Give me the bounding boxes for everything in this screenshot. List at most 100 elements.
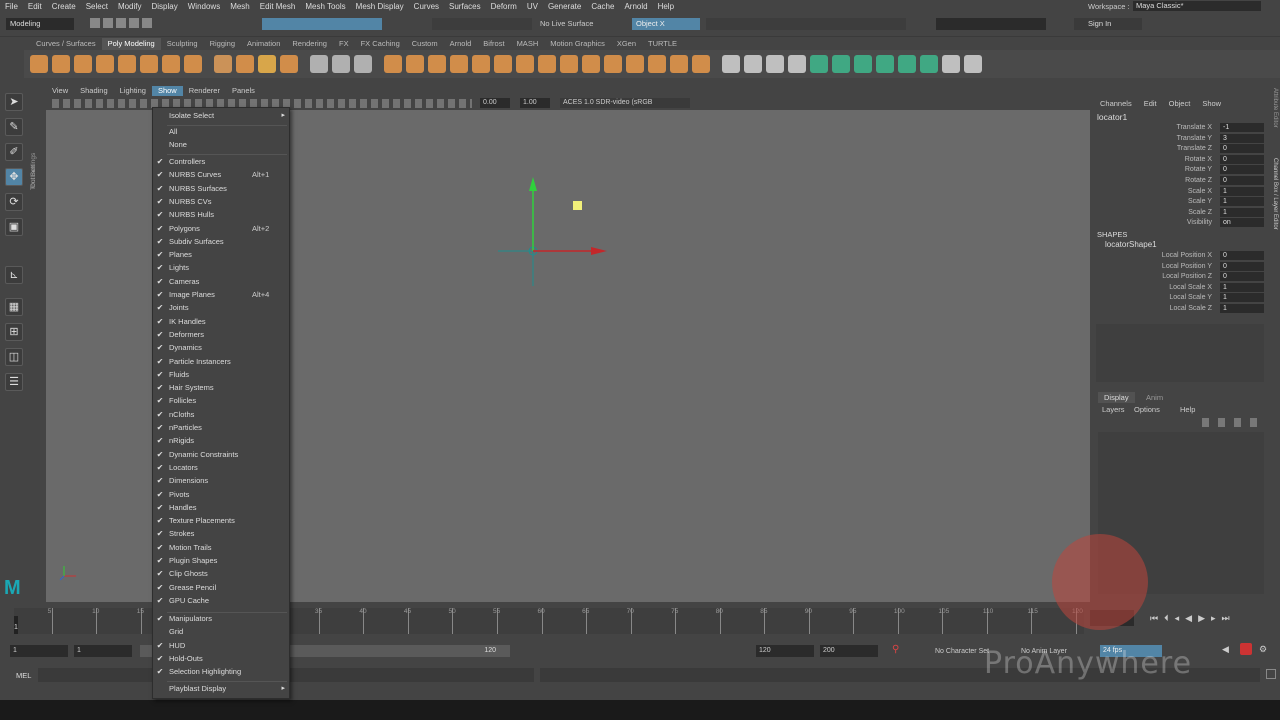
channel-row[interactable]: Rotate Z 0 — [1092, 176, 1268, 186]
shelf-tab-turtle[interactable]: TURTLE — [642, 38, 683, 50]
channel-box-layer-editor-tab[interactable]: Channel Box / Layer Editor — [1268, 158, 1278, 268]
channel-row[interactable]: Translate Z 0 — [1092, 144, 1268, 154]
shelf-tool-icon[interactable] — [832, 55, 850, 73]
live-surface-label[interactable]: No Live Surface — [540, 18, 593, 30]
object-name[interactable]: locator1 — [1097, 112, 1127, 122]
preferences-icon[interactable]: ⚙ — [1259, 644, 1271, 656]
shelf-tool-icon[interactable] — [582, 55, 600, 73]
shelf-tab-rendering[interactable]: Rendering — [286, 38, 333, 50]
show-menu-item[interactable]: ✔ Pivots — [153, 489, 289, 501]
play-backwards-icon[interactable]: ◀ — [1185, 612, 1192, 624]
y-axis-arrow-icon[interactable] — [529, 177, 537, 191]
shelf-tab-fx[interactable]: FX — [333, 38, 355, 50]
viewport-menu-view[interactable]: View — [46, 86, 74, 96]
go-to-end-icon[interactable]: ⏭ — [1222, 612, 1230, 624]
show-menu-item[interactable]: ✔ Locators — [153, 462, 289, 474]
single-perspective-layout-icon[interactable]: ▦ — [5, 298, 23, 316]
channel-value[interactable]: 1 — [1220, 186, 1264, 196]
layer-menu-layers[interactable]: Layers — [1102, 405, 1125, 414]
show-menu-item[interactable]: ✔ Fluids — [153, 369, 289, 381]
show-menu-item[interactable]: ✔ NURBS CVs — [153, 196, 289, 208]
shelf-tool-icon[interactable] — [898, 55, 916, 73]
show-menu-item[interactable]: ✔ Cameras — [153, 276, 289, 288]
shelf-tool-icon[interactable] — [876, 55, 894, 73]
shelf-tool-icon[interactable] — [140, 55, 158, 73]
shelf-tab-fx-caching[interactable]: FX Caching — [355, 38, 406, 50]
shelf-tab-rigging[interactable]: Rigging — [204, 38, 241, 50]
scale-tool-icon[interactable]: ▣ — [5, 218, 23, 236]
show-menu-item[interactable]: ✔ IK Handles — [153, 316, 289, 328]
channel-value[interactable]: 1 — [1220, 197, 1264, 207]
menu-mesh-tools[interactable]: Mesh Tools — [300, 2, 350, 11]
show-menu-item[interactable]: ✔ Motion Trails — [153, 542, 289, 554]
shelf-tool-icon[interactable] — [96, 55, 114, 73]
paint-select-tool-icon[interactable]: ✐ — [5, 143, 23, 161]
x-axis-arrow-icon[interactable] — [591, 247, 607, 255]
shelf-tab-arnold[interactable]: Arnold — [444, 38, 478, 50]
rotate-tool-icon[interactable]: ⟳ — [5, 193, 23, 211]
show-menu-item[interactable]: Grid — [153, 626, 289, 638]
shelf-tab-mash[interactable]: MASH — [511, 38, 545, 50]
show-menu-item[interactable]: ✔ Follicles — [153, 395, 289, 407]
shelf-tool-icon[interactable] — [384, 55, 402, 73]
shelf-tab-curves-surfaces[interactable]: Curves / Surfaces — [30, 38, 102, 50]
shelf-tool-icon[interactable] — [670, 55, 688, 73]
menu-arnold[interactable]: Arnold — [619, 2, 652, 11]
menu-create[interactable]: Create — [47, 2, 81, 11]
channel-value[interactable]: 1 — [1220, 282, 1264, 292]
shelf-tool-icon[interactable] — [560, 55, 578, 73]
show-menu-item[interactable]: ✔ Subdiv Surfaces — [153, 236, 289, 248]
shelf-tool-icon[interactable] — [428, 55, 446, 73]
show-menu-item[interactable]: ✔ Dynamic Constraints — [153, 449, 289, 461]
show-menu-item[interactable]: ✔ Deformers — [153, 329, 289, 341]
channel-row[interactable]: Translate X -1 — [1092, 123, 1268, 133]
show-menu-item[interactable]: ✔ Grease Pencil — [153, 582, 289, 594]
script-editor-icon[interactable] — [1266, 669, 1276, 679]
show-menu-item[interactable]: ✔ NURBS Surfaces — [153, 183, 289, 195]
layer-menu-options[interactable]: Options — [1134, 405, 1160, 414]
channel-row[interactable]: Scale Y 1 — [1092, 197, 1268, 207]
auto-key-icon[interactable]: ⚲ — [892, 644, 899, 655]
shelf-tool-icon[interactable] — [236, 55, 254, 73]
show-menu-item[interactable]: ✔ nParticles — [153, 422, 289, 434]
exposure-field[interactable]: 0.00 — [480, 98, 510, 108]
snap-buttons[interactable] — [432, 18, 532, 30]
shelf-tool-icon[interactable] — [854, 55, 872, 73]
command-search-field[interactable] — [936, 18, 1046, 30]
shelf-tool-icon[interactable] — [744, 55, 762, 73]
shelf-tool-icon[interactable] — [450, 55, 468, 73]
loop-icon[interactable] — [1240, 643, 1252, 655]
channel-value[interactable]: 0 — [1220, 165, 1264, 175]
viewport-menu-lighting[interactable]: Lighting — [114, 86, 152, 96]
show-menu-item[interactable]: ✔ Image Planes Alt+4 — [153, 289, 289, 301]
four-view-layout-icon[interactable]: ⊞ — [5, 323, 23, 341]
show-menu-item[interactable]: ✔ Hair Systems — [153, 382, 289, 394]
shelf-tool-icon[interactable] — [258, 55, 276, 73]
lasso-tool-icon[interactable]: ✎ — [5, 118, 23, 136]
viewport-menu-show[interactable]: Show — [151, 86, 183, 96]
playback-end-field[interactable]: 120 — [756, 645, 814, 657]
menu-help[interactable]: Help — [653, 2, 679, 11]
shape-channel-row[interactable]: Local Scale X 1 — [1092, 282, 1268, 293]
shape-channel-row[interactable]: Local Scale Z 1 — [1092, 304, 1268, 314]
show-menu-item[interactable]: ✔ Hold-Outs — [153, 653, 289, 665]
shelf-tool-icon[interactable] — [118, 55, 136, 73]
channel-value[interactable]: 0 — [1220, 154, 1264, 164]
mode-dropdown[interactable]: Modeling — [6, 18, 74, 30]
step-back-frame-icon[interactable]: ◂ — [1175, 612, 1180, 624]
show-menu-item[interactable]: ✔ Texture Placements — [153, 515, 289, 527]
shelf-tool-icon[interactable] — [74, 55, 92, 73]
sound-icon[interactable]: ◀ — [1222, 644, 1232, 654]
layer-menu-help[interactable]: Help — [1180, 405, 1195, 414]
show-menu-item[interactable]: ✔ Planes — [153, 249, 289, 261]
menu-edit[interactable]: Edit — [23, 2, 47, 11]
channel-value[interactable]: 1 — [1220, 304, 1264, 313]
shelf-tool-icon[interactable] — [626, 55, 644, 73]
color-space-dropdown[interactable]: ACES 1.0 SDR-video (sRGB — [560, 98, 690, 108]
show-menu-item[interactable]: ✔ Strokes — [153, 528, 289, 540]
menu-generate[interactable]: Generate — [543, 2, 586, 11]
character-set-dropdown[interactable]: No Character Set — [935, 648, 989, 655]
start-time-field[interactable]: 1 — [10, 645, 68, 657]
show-menu-item[interactable]: ✔ Plugin Shapes — [153, 555, 289, 567]
play-forwards-icon[interactable]: ▶ — [1198, 612, 1205, 624]
